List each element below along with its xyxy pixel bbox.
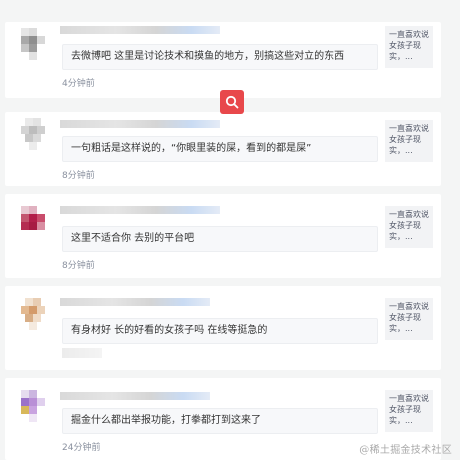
comment-text: 去微博吧 这里是讨论技术和摸鱼的地方，别搞这些对立的东西 <box>62 44 378 70</box>
comment-card[interactable]: 这里不适合你 去别的平台吧 8分钟前 一直喜欢说女孩子现实，... <box>5 194 441 278</box>
watermark: @稀土掘金技术社区 <box>359 445 452 456</box>
comment-time: 8分钟前 <box>62 261 95 271</box>
comment-card[interactable]: 有身材好 长的好看的女孩子吗 在线等挺急的 一直喜欢说女孩子现实，... <box>5 286 441 370</box>
comment-feed: 去微博吧 这里是讨论技术和摸鱼的地方，别搞这些对立的东西 4分钟前 一直喜欢说女… <box>0 0 460 460</box>
username-blurred[interactable] <box>60 298 210 306</box>
comment-time: 8分钟前 <box>62 171 95 181</box>
blurred-element <box>62 348 102 358</box>
comment-time: 4分钟前 <box>62 79 95 89</box>
avatar[interactable] <box>17 298 49 330</box>
comment-card[interactable]: 一句粗话是这样说的，“你眼里装的屎，看到的都是屎” 8分钟前 一直喜欢说女孩子现… <box>5 112 441 186</box>
comment-time: 24分钟前 <box>62 443 101 453</box>
search-icon <box>225 95 239 109</box>
comment-text: 掘金什么都出举报功能，打拳都打到这来了 <box>62 408 378 434</box>
article-preview[interactable]: 一直喜欢说女孩子现实，... <box>385 390 433 432</box>
username-blurred[interactable] <box>60 206 220 214</box>
comment-card[interactable]: 去微博吧 这里是讨论技术和摸鱼的地方，别搞这些对立的东西 4分钟前 一直喜欢说女… <box>5 22 441 98</box>
comment-text: 这里不适合你 去别的平台吧 <box>62 226 378 252</box>
username-blurred[interactable] <box>60 392 210 400</box>
avatar[interactable] <box>17 118 49 150</box>
comment-text: 一句粗话是这样说的，“你眼里装的屎，看到的都是屎” <box>62 136 378 162</box>
username-blurred[interactable] <box>60 26 220 34</box>
article-preview[interactable]: 一直喜欢说女孩子现实，... <box>385 298 433 340</box>
comment-text: 有身材好 长的好看的女孩子吗 在线等挺急的 <box>62 318 378 344</box>
article-preview[interactable]: 一直喜欢说女孩子现实，... <box>385 120 433 162</box>
article-preview[interactable]: 一直喜欢说女孩子现实，... <box>385 26 433 68</box>
username-blurred[interactable] <box>60 120 220 128</box>
avatar[interactable] <box>17 206 49 238</box>
search-button[interactable] <box>220 90 244 114</box>
avatar[interactable] <box>17 28 49 60</box>
avatar[interactable] <box>17 390 49 422</box>
article-preview[interactable]: 一直喜欢说女孩子现实，... <box>385 206 433 248</box>
